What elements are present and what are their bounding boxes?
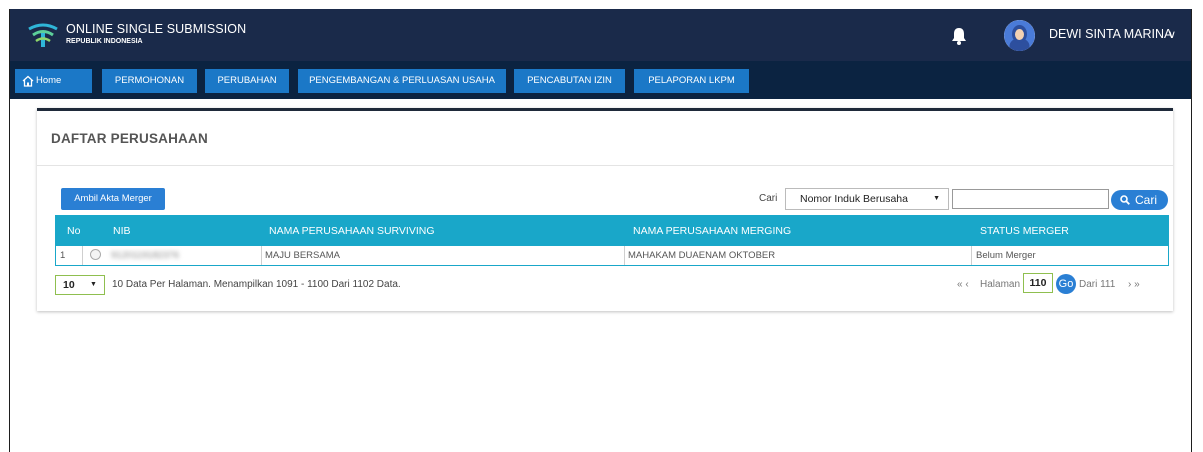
oss-logo-icon[interactable] [27,19,59,49]
table-header: No NIB NAMA PERUSAHAAN SURVIVING NAMA PE… [55,215,1169,246]
main-navigation: Home PERMOHONAN PERUBAHAN PENGEMBANGAN &… [10,61,1191,99]
header-no: No [67,225,81,237]
page-total: Dari 111 [1079,279,1116,290]
company-table: No NIB NAMA PERUSAHAAN SURVIVING NAMA PE… [55,215,1169,266]
next-page-button[interactable]: › » [1128,279,1140,290]
column-divider [261,246,262,265]
header-surviving: NAMA PERUSAHAAN SURVIVING [269,225,435,237]
per-page-select[interactable]: 10 ▼ [55,275,105,295]
per-page-value: 10 [63,279,75,291]
header-nib: NIB [113,225,131,237]
column-divider [82,246,83,265]
nav-pencabutan-izin[interactable]: PENCABUTAN IZIN [514,69,625,93]
header-status: STATUS MERGER [980,225,1069,237]
nav-perubahan[interactable]: PERUBAHAN [205,69,289,93]
company-list-panel: DAFTAR PERUSAHAAN Ambil Akta Merger Cari… [37,108,1173,311]
top-bar: ONLINE SINGLE SUBMISSION REPUBLIK INDONE… [10,9,1191,61]
chevron-down-icon[interactable]: ∨ [1168,28,1176,41]
bell-icon[interactable] [951,27,967,45]
user-menu-name[interactable]: DEWI SINTA MARINA [1049,27,1172,41]
search-button[interactable]: Cari [1111,190,1168,210]
search-button-label: Cari [1135,193,1158,207]
app-window: ONLINE SINGLE SUBMISSION REPUBLIK INDONE… [9,9,1192,452]
nav-home[interactable]: Home [15,69,92,93]
page-label: Halaman [980,279,1021,290]
header-merging: NAMA PERUSAHAAN MERGING [633,225,792,237]
nav-pelaporan-lkpm[interactable]: PELAPORAN LKPM [634,69,749,93]
go-button[interactable]: Go [1056,274,1076,294]
cell-status: Belum Merger [976,250,1036,261]
table-row[interactable]: 1 9120119182376 MAJU BERSAMA MAHAKAM DUA… [55,246,1169,266]
nav-home-label: Home [36,75,62,86]
app-title: ONLINE SINGLE SUBMISSION [66,22,247,36]
search-input[interactable] [952,189,1109,209]
caret-down-icon: ▼ [933,195,940,202]
panel-divider [37,165,1173,166]
search-field-selected: Nomor Induk Berusaha [800,193,908,205]
nav-pengembangan[interactable]: PENGEMBANGAN & PERLUASAN USAHA [298,69,506,93]
row-select-radio[interactable] [90,249,101,260]
cell-nib: 9120119182376 [111,250,179,261]
search-label: Cari [759,193,778,204]
nav-permohonan[interactable]: PERMOHONAN [102,69,197,93]
user-avatar-icon [1004,20,1035,51]
pagination-bar: 10 ▼ 10 Data Per Halaman. Menampilkan 10… [55,273,1169,297]
search-field-select[interactable]: Nomor Induk Berusaha ▼ [785,188,949,210]
home-icon [22,75,34,87]
avatar[interactable] [1004,20,1035,51]
cell-merging: MAHAKAM DUAENAM OKTOBER [628,250,776,261]
pagination-summary: 10 Data Per Halaman. Menampilkan 1091 - … [112,279,401,290]
fetch-merger-deed-button[interactable]: Ambil Akta Merger [61,188,165,210]
column-divider [971,246,972,265]
column-divider [624,246,625,265]
page-number-input[interactable]: 110 [1023,273,1053,293]
caret-down-icon: ▼ [90,281,97,288]
cell-no: 1 [60,250,66,261]
prev-page-button[interactable]: « ‹ [957,279,969,290]
page-title: DAFTAR PERUSAHAAN [51,131,208,146]
app-subtitle: REPUBLIK INDONESIA [66,38,143,45]
search-icon [1120,195,1130,205]
cell-surviving: MAJU BERSAMA [265,250,340,261]
